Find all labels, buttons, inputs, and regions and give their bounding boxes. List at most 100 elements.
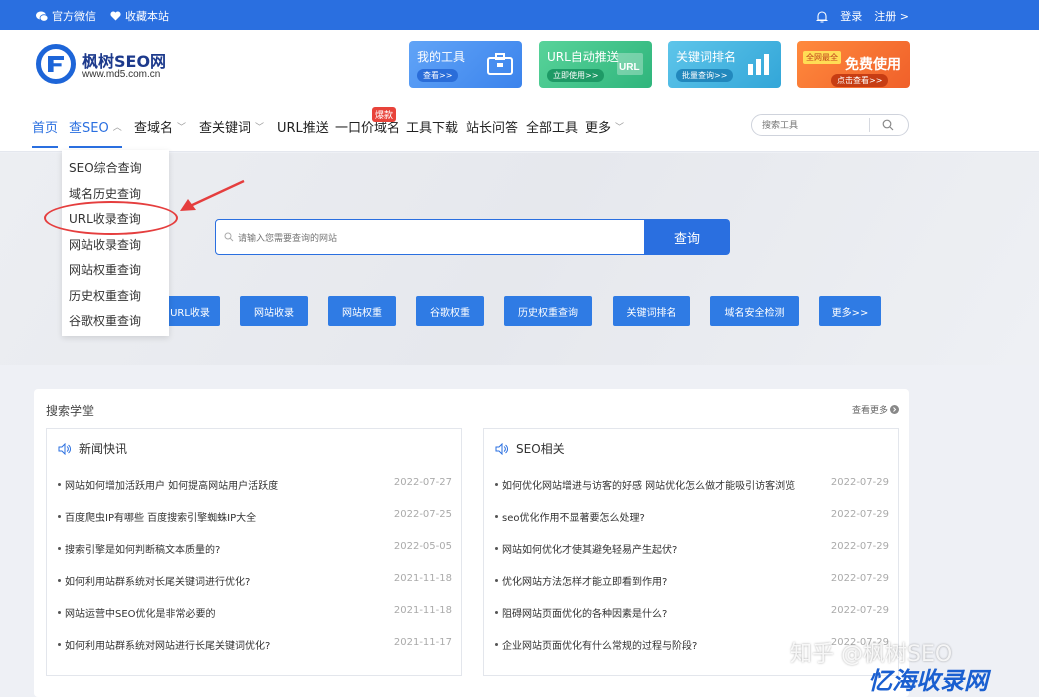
svg-text:URL: URL bbox=[619, 62, 640, 73]
bullet bbox=[58, 515, 61, 518]
nav-label: 查关键词 bbox=[199, 121, 252, 136]
nav-home[interactable]: 首页 bbox=[32, 117, 59, 148]
dropdown-item-history-weight[interactable]: 历史权重查询 bbox=[69, 287, 141, 304]
tool-keyword-rank[interactable]: 关键词排名 bbox=[613, 296, 690, 326]
toolbox-icon bbox=[487, 53, 513, 75]
nav-tool-download[interactable]: 工具下载 bbox=[406, 117, 458, 136]
news-column: 新闻快讯 网站如何增加活跃用户 如何提高网站用户活跃度 2022-07-27 百度… bbox=[46, 428, 462, 676]
nav-label: URL推送 bbox=[277, 121, 329, 136]
search-school-panel: 搜索学堂 查看更多 新闻快讯 网站如何增加活跃用户 如何提高网站用户活跃度 202… bbox=[34, 389, 909, 697]
promo-url-push[interactable]: URL自动推送 立即使用>> URL bbox=[539, 41, 652, 88]
nav-label: 查域名 bbox=[134, 121, 174, 136]
list-item[interactable]: 网站如何优化才使其避免轻易产生起伏? 2022-07-29 bbox=[495, 541, 889, 557]
list-item[interactable]: 网站运营中SEO优化是非常必要的 2021-11-18 bbox=[58, 605, 452, 621]
article-title: seo优化作用不显著要怎么处理? bbox=[502, 513, 645, 524]
article-date: 2022-07-29 bbox=[830, 605, 889, 616]
article-date: 2022-05-05 bbox=[393, 541, 452, 552]
promo-sub: 批量查询>> bbox=[676, 69, 734, 82]
list-item[interactable]: 阻碍网站页面优化的各种因素是什么? 2022-07-29 bbox=[495, 605, 889, 621]
header: 枫树SEO网 www.md5.com.cn 我的工具 查看>> URL自动推送 … bbox=[0, 30, 1039, 100]
list-item[interactable]: 如何优化网站增进与访客的好感 网站优化怎么做才能吸引访客浏览 2022-07-29 bbox=[495, 477, 889, 493]
register-link[interactable]: 注册 > bbox=[874, 8, 909, 24]
tool-url-index[interactable]: URL收录 bbox=[160, 296, 220, 326]
list-item[interactable]: 优化网站方法怎样才能立即看到作用? 2022-07-29 bbox=[495, 573, 889, 589]
site-logo[interactable]: 枫树SEO网 www.md5.com.cn bbox=[36, 42, 186, 88]
hot-badge: 爆款 bbox=[372, 107, 397, 122]
heart-icon bbox=[110, 11, 121, 21]
wechat-label: 官方微信 bbox=[52, 10, 96, 23]
tool-search bbox=[751, 114, 909, 136]
bullet bbox=[495, 483, 498, 486]
bullet bbox=[495, 515, 498, 518]
bullet bbox=[58, 547, 61, 550]
promo-sub: 查看>> bbox=[417, 69, 459, 82]
dropdown-item-seo-overview[interactable]: SEO综合查询 bbox=[69, 159, 142, 176]
dropdown-item-site-index[interactable]: 网站收录查询 bbox=[69, 236, 141, 253]
article-date: 2021-11-18 bbox=[393, 573, 452, 584]
promo-badge: 全网最全 bbox=[803, 51, 841, 64]
tool-site-index[interactable]: 网站收录 bbox=[240, 296, 308, 326]
nav-check-keyword[interactable]: 查关键词 ﹀ bbox=[199, 117, 264, 136]
dropdown-item-google-weight[interactable]: 谷歌权重查询 bbox=[69, 312, 141, 329]
dropdown-item-domain-history[interactable]: 域名历史查询 bbox=[69, 185, 141, 202]
notification-bell[interactable] bbox=[816, 8, 828, 24]
bullet bbox=[495, 579, 498, 582]
bullet bbox=[495, 547, 498, 550]
search-icon[interactable] bbox=[882, 119, 894, 131]
promo-keyword-rank[interactable]: 关键词排名 批量查询>> bbox=[668, 41, 781, 88]
list-item[interactable]: 如何利用站群系统对长尾关键词进行优化? 2021-11-18 bbox=[58, 573, 452, 589]
wechat-link[interactable]: 官方微信 bbox=[36, 8, 96, 24]
login-link[interactable]: 登录 bbox=[840, 8, 862, 24]
tool-search-input[interactable] bbox=[762, 118, 862, 132]
view-more-label: 查看更多 bbox=[851, 406, 888, 416]
bullet bbox=[495, 611, 498, 614]
query-button[interactable]: 查询 bbox=[644, 219, 730, 255]
promo-free-use[interactable]: 全网最全 免费使用 点击查看>> bbox=[797, 41, 910, 88]
tool-site-weight[interactable]: 网站权重 bbox=[328, 296, 396, 326]
promo-my-tools[interactable]: 我的工具 查看>> bbox=[409, 41, 522, 88]
bar-chart-icon bbox=[748, 54, 769, 75]
article-date: 2022-07-27 bbox=[393, 477, 452, 488]
bullet bbox=[58, 579, 61, 582]
nav-label: 查SEO bbox=[69, 121, 109, 136]
logo-mark-icon bbox=[36, 44, 76, 84]
nav-check-domain[interactable]: 查域名 ﹀ bbox=[134, 117, 186, 136]
view-more-link[interactable]: 查看更多 bbox=[852, 403, 899, 416]
bullet bbox=[58, 643, 61, 646]
main-search-input[interactable] bbox=[238, 230, 618, 246]
article-title: 优化网站方法怎样才能立即看到作用? bbox=[502, 577, 668, 588]
nav-all-tools[interactable]: 全部工具 bbox=[526, 117, 578, 136]
article-date: 2021-11-17 bbox=[393, 637, 452, 648]
nav-webmaster-qa[interactable]: 站长问答 bbox=[466, 117, 518, 136]
tool-history-weight[interactable]: 历史权重查询 bbox=[504, 296, 592, 326]
logo-domain: www.md5.com.cn bbox=[82, 69, 161, 80]
nav-label: 工具下载 bbox=[406, 121, 459, 136]
seo-title: SEO相关 bbox=[516, 442, 565, 456]
chevron-up-icon: ︿ bbox=[112, 123, 122, 133]
article-title: 搜索引擎是如何判断稿文本质量的? bbox=[65, 545, 221, 556]
list-item[interactable]: 如何利用站群系统对网站进行长尾关键词优化? 2021-11-17 bbox=[58, 637, 452, 653]
tool-domain-security[interactable]: 域名安全检测 bbox=[710, 296, 799, 326]
list-item[interactable]: 网站如何增加活跃用户 如何提高网站用户活跃度 2022-07-27 bbox=[58, 477, 452, 493]
speaker-icon bbox=[495, 442, 508, 455]
dropdown-item-site-weight[interactable]: 网站权重查询 bbox=[69, 261, 141, 278]
promo-title: 免费使用 bbox=[845, 57, 901, 73]
nav-check-seo[interactable]: 查SEO ︿ bbox=[69, 117, 122, 148]
favorite-label: 收藏本站 bbox=[125, 10, 169, 23]
nav-more[interactable]: 更多 ﹀ bbox=[585, 117, 624, 136]
main-nav: 首页 查SEO ︿ 查域名 ﹀ 查关键词 ﹀ URL推送 一口价域名 工具下载 站长问… bbox=[0, 100, 1039, 152]
article-title: 如何利用站群系统对长尾关键词进行优化? bbox=[65, 577, 251, 588]
favorite-link[interactable]: 收藏本站 bbox=[110, 8, 169, 24]
promo-title: URL自动推送 bbox=[547, 50, 619, 64]
site-watermark: 忆海收录网 bbox=[868, 667, 988, 695]
list-item[interactable]: 百度爬虫IP有哪些 百度搜索引擎蜘蛛IP大全 2022-07-25 bbox=[58, 509, 452, 525]
article-title: 网站如何增加活跃用户 如何提高网站用户活跃度 bbox=[65, 481, 279, 492]
nav-url-push[interactable]: URL推送 bbox=[277, 117, 329, 136]
article-date: 2021-11-18 bbox=[393, 605, 452, 616]
list-item[interactable]: seo优化作用不显著要怎么处理? 2022-07-29 bbox=[495, 509, 889, 525]
tool-google-weight[interactable]: 谷歌权重 bbox=[416, 296, 484, 326]
list-item[interactable]: 搜索引擎是如何判断稿文本质量的? 2022-05-05 bbox=[58, 541, 452, 557]
article-date: 2022-07-25 bbox=[393, 509, 452, 520]
tool-more[interactable]: 更多>> bbox=[819, 296, 881, 326]
news-title: 新闻快讯 bbox=[79, 442, 128, 456]
